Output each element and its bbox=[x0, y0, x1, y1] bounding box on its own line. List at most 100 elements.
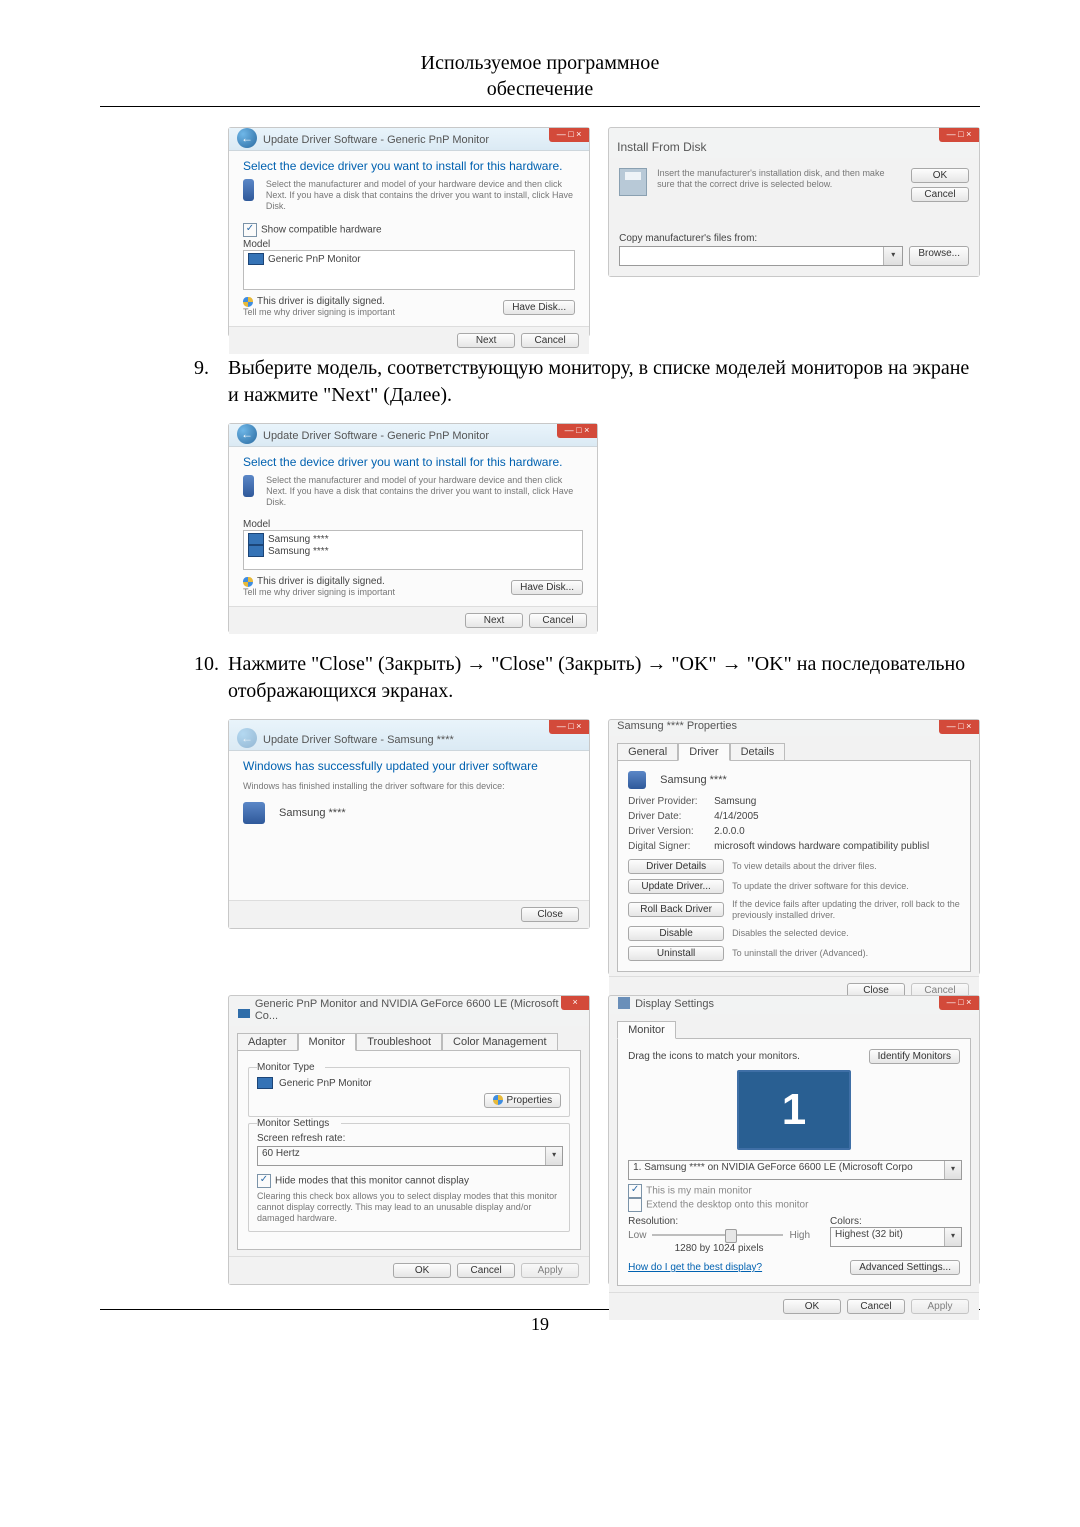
list-item[interactable]: Samsung **** bbox=[248, 533, 578, 545]
window-title: Update Driver Software - Samsung **** bbox=[263, 734, 454, 746]
cancel-button[interactable]: Cancel bbox=[911, 187, 969, 202]
colors-label: Colors: bbox=[830, 1216, 960, 1227]
tab-details[interactable]: Details bbox=[730, 743, 786, 761]
hide-modes-checkbox[interactable]: ✓Hide modes that this monitor cannot dis… bbox=[257, 1174, 561, 1188]
combo-value bbox=[620, 247, 883, 265]
chevron-down-icon[interactable]: ▾ bbox=[944, 1228, 961, 1246]
signing-link[interactable]: Tell me why driver signing is important bbox=[243, 587, 395, 598]
tab-color[interactable]: Color Management bbox=[442, 1033, 558, 1051]
tab-driver[interactable]: Driver bbox=[678, 743, 729, 761]
have-disk-button[interactable]: Have Disk... bbox=[511, 580, 583, 595]
cancel-button[interactable]: Cancel bbox=[847, 1299, 905, 1314]
heading: Select the device driver you want to ins… bbox=[243, 159, 575, 173]
refresh-select[interactable]: 60 Hertz▾ bbox=[257, 1146, 563, 1166]
tab-troubleshoot[interactable]: Troubleshoot bbox=[356, 1033, 442, 1051]
tool-icon bbox=[617, 996, 631, 1010]
close-icon[interactable]: — □ × bbox=[557, 424, 597, 438]
back-icon[interactable]: ← bbox=[237, 128, 257, 148]
window-title: Update Driver Software - Generic PnP Mon… bbox=[263, 134, 489, 146]
model-listbox[interactable]: Generic PnP Monitor bbox=[243, 250, 575, 290]
close-icon[interactable]: — □ × bbox=[549, 720, 589, 734]
disable-button[interactable]: Disable bbox=[628, 926, 724, 941]
monitor-preview[interactable]: 1 bbox=[737, 1070, 851, 1150]
colors-select[interactable]: Highest (32 bit)▾ bbox=[830, 1227, 962, 1247]
ok-button[interactable]: OK bbox=[393, 1263, 451, 1278]
signing-link[interactable]: Tell me why driver signing is important bbox=[243, 307, 395, 318]
properties-button[interactable]: Properties bbox=[484, 1093, 562, 1108]
best-display-link[interactable]: How do I get the best display? bbox=[628, 1262, 762, 1273]
chevron-down-icon[interactable]: ▾ bbox=[883, 247, 902, 265]
resolution-label: Resolution: bbox=[628, 1216, 810, 1227]
heading: Select the device driver you want to ins… bbox=[243, 455, 583, 469]
shield-icon bbox=[493, 1095, 503, 1105]
update-driver-window-1: — □ × ← Update Driver Software - Generic… bbox=[228, 127, 590, 337]
rollback-button[interactable]: Roll Back Driver bbox=[628, 902, 724, 917]
shield-icon bbox=[243, 297, 253, 307]
close-icon[interactable]: × bbox=[561, 996, 589, 1010]
props-title: Samsung **** Properties bbox=[617, 720, 737, 732]
show-compatible-checkbox[interactable]: ✓Show compatible hardware bbox=[243, 223, 575, 237]
driver-details-button[interactable]: Driver Details bbox=[628, 859, 724, 874]
model-label: Model bbox=[243, 239, 575, 250]
close-icon[interactable]: — □ × bbox=[939, 996, 979, 1010]
close-icon[interactable]: — □ × bbox=[939, 720, 979, 734]
window-titlebar: ← Update Driver Software - Generic PnP M… bbox=[229, 424, 597, 447]
cancel-button[interactable]: Cancel bbox=[529, 613, 587, 628]
monitor-icon bbox=[248, 253, 264, 265]
model-label: Model bbox=[243, 519, 583, 530]
warning-text: Clearing this check box allows you to se… bbox=[257, 1191, 561, 1223]
have-disk-button[interactable]: Have Disk... bbox=[503, 300, 575, 315]
tab-adapter[interactable]: Adapter bbox=[237, 1033, 298, 1051]
window-titlebar: ← Update Driver Software - Samsung **** bbox=[229, 720, 589, 751]
ifd-msg: Insert the manufacturer's installation d… bbox=[657, 168, 901, 202]
floppy-icon bbox=[619, 168, 647, 196]
chevron-down-icon[interactable]: ▾ bbox=[944, 1161, 961, 1179]
window-titlebar: Generic PnP Monitor and NVIDIA GeForce 6… bbox=[229, 996, 589, 1026]
next-button[interactable]: Next bbox=[465, 613, 523, 628]
cancel-button[interactable]: Cancel bbox=[457, 1263, 515, 1278]
list-item[interactable]: Generic PnP Monitor bbox=[248, 253, 570, 265]
window-titlebar: Install From Disk bbox=[609, 128, 979, 158]
source-combo[interactable]: ▾ bbox=[619, 246, 903, 266]
window-titlebar: Samsung **** Properties bbox=[609, 720, 979, 736]
chip-icon bbox=[243, 802, 265, 824]
update-driver-button[interactable]: Update Driver... bbox=[628, 879, 724, 894]
apply-button: Apply bbox=[911, 1299, 969, 1314]
identify-button[interactable]: Identify Monitors bbox=[869, 1049, 960, 1064]
ok-button[interactable]: OK bbox=[783, 1299, 841, 1314]
advanced-button[interactable]: Advanced Settings... bbox=[850, 1260, 960, 1275]
device-name: Samsung **** bbox=[279, 807, 346, 819]
model-listbox[interactable]: Samsung **** Samsung **** bbox=[243, 530, 583, 570]
title-line1: Используемое программное bbox=[421, 52, 660, 74]
chip-icon bbox=[243, 179, 254, 201]
browse-button[interactable]: Browse... bbox=[909, 246, 969, 266]
cancel-button[interactable]: Cancel bbox=[521, 333, 579, 348]
finished-sub: Windows has finished installing the driv… bbox=[243, 781, 575, 792]
tab-monitor[interactable]: Monitor bbox=[617, 1021, 676, 1039]
monitor-icon bbox=[248, 533, 264, 545]
monitor-settings-label: Monitor Settings bbox=[257, 1118, 341, 1129]
resolution-slider[interactable]: LowHigh bbox=[628, 1227, 810, 1243]
chevron-down-icon[interactable]: ▾ bbox=[545, 1147, 562, 1165]
slider-thumb[interactable] bbox=[725, 1229, 737, 1243]
window-title: Update Driver Software - Generic PnP Mon… bbox=[263, 430, 489, 442]
display-combo[interactable]: 1. Samsung **** on NVIDIA GeForce 6600 L… bbox=[628, 1160, 962, 1180]
monitor-icon bbox=[237, 1008, 251, 1022]
finished-heading: Windows has successfully updated your dr… bbox=[243, 759, 575, 773]
monitor-icon bbox=[257, 1077, 273, 1089]
properties-window: — □ × Samsung **** Properties General Dr… bbox=[608, 719, 980, 975]
list-item[interactable]: Samsung **** bbox=[248, 545, 578, 557]
shield-icon bbox=[243, 577, 253, 587]
tab-general[interactable]: General bbox=[617, 743, 678, 761]
ok-button[interactable]: OK bbox=[911, 168, 969, 183]
next-button[interactable]: Next bbox=[457, 333, 515, 348]
close-icon[interactable]: — □ × bbox=[549, 128, 589, 142]
tab-monitor[interactable]: Monitor bbox=[298, 1033, 357, 1051]
uninstall-button[interactable]: Uninstall bbox=[628, 946, 724, 961]
drag-text: Drag the icons to match your monitors. bbox=[628, 1051, 800, 1062]
copy-label: Copy manufacturer's files from: bbox=[619, 233, 969, 244]
back-icon[interactable]: ← bbox=[237, 424, 257, 444]
close-button[interactable]: Close bbox=[521, 907, 579, 922]
close-icon[interactable]: — □ × bbox=[939, 128, 979, 142]
install-from-disk-window: — □ × Install From Disk Insert the manuf… bbox=[608, 127, 980, 277]
